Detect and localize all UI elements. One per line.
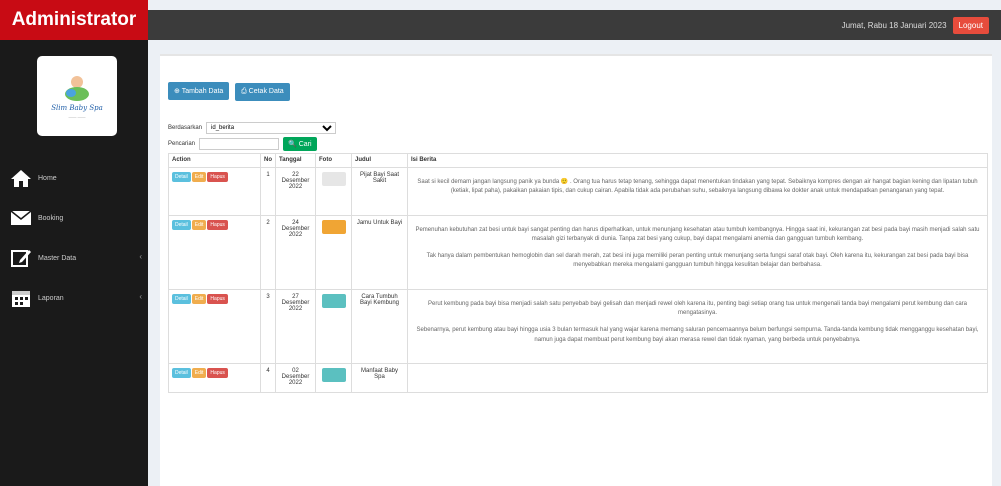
row-number: 1 <box>260 167 276 216</box>
row-title: Jamu Untuk Bayi <box>351 214 408 290</box>
edit-button[interactable]: Edit <box>191 293 207 304</box>
welcome-text: Jumat, Rabu 18 Januari 2023 <box>841 20 947 30</box>
column-header: Isi Berita <box>407 153 988 168</box>
sidebar: Slim Baby Spa —— —— Home Booking Master … <box>0 40 148 486</box>
row-content: Perut kembung pada bayi bisa menjadi sal… <box>427 300 968 317</box>
edit-button[interactable]: Edit <box>191 219 207 230</box>
sidebar-item-laporan[interactable]: Laporan ‹ <box>0 278 148 318</box>
delete-button[interactable]: Hapus <box>207 367 228 378</box>
table-row: Detail Edit Hapus 3 27 Desember 2022 Cara … <box>168 288 988 364</box>
detail-button[interactable]: Detail <box>172 219 191 230</box>
edit-icon <box>11 250 31 267</box>
logo: Slim Baby Spa —— —— <box>37 56 117 136</box>
sidebar-item-label: Booking <box>38 214 64 222</box>
row-date: 22 Desember 2022 <box>275 167 316 216</box>
row-date: 27 Desember 2022 <box>275 288 316 364</box>
detail-button[interactable]: Detail <box>172 293 191 304</box>
filter-label: Berdasarkan <box>168 125 203 131</box>
row-title: Pijat Bayi Saat Sakit <box>351 167 408 216</box>
search-input[interactable] <box>199 138 280 150</box>
sidebar-item-booking[interactable]: Booking <box>0 198 148 238</box>
photo-thumbnail <box>321 367 346 382</box>
baby-logo-icon <box>65 75 89 101</box>
column-header: Action <box>168 153 261 168</box>
table-row: Detail Edit Hapus 2 24 Desember 2022 Jamu … <box>168 214 988 290</box>
logo-subtitle: —— —— <box>68 113 86 119</box>
table-row: Detail Edit Hapus 4 02 Desember 2022 Manfa… <box>168 362 988 393</box>
table-header-row: Action No Tanggal Foto Judul Isi Berita <box>168 153 988 168</box>
sidebar-item-home[interactable]: Home <box>0 158 148 198</box>
row-title: Cara Tumbuh Bayi Kembung <box>351 288 408 364</box>
search-button[interactable]: 🔍 Cari <box>283 137 317 151</box>
column-header: Foto <box>315 153 352 168</box>
table-row: Detail Edit Hapus 1 22 Desember 2022 Pijat… <box>168 167 988 216</box>
print-data-button[interactable]: ⎙ Cetak Data <box>235 83 290 101</box>
sidebar-item-master-data[interactable]: Master Data ‹ <box>0 238 148 278</box>
sidebar-item-label: Home <box>38 174 57 182</box>
row-number: 2 <box>260 214 276 290</box>
row-number: 4 <box>260 362 276 393</box>
home-icon <box>11 170 31 187</box>
main-panel: ⊕ Tambah Data ⎙ Cetak Data Berdasarkan i… <box>160 54 992 486</box>
delete-button[interactable]: Hapus <box>207 219 228 230</box>
calendar-icon <box>12 291 30 307</box>
photo-thumbnail <box>321 293 346 308</box>
row-content: Sebenarnya, perut kembung atau bayi hing… <box>416 327 979 343</box>
app-window: { "brand": "Administrator", "header": { … <box>0 0 1001 486</box>
detail-button[interactable]: Detail <box>172 367 191 378</box>
chevron-left-icon: ‹ <box>139 252 142 261</box>
search-row: Pencarian 🔍 Cari <box>168 137 317 151</box>
add-data-button[interactable]: ⊕ Tambah Data <box>168 82 230 100</box>
column-header: Judul <box>351 153 408 168</box>
toolbar: ⊕ Tambah Data ⎙ Cetak Data <box>168 82 293 101</box>
brand-title: Administrator <box>0 0 148 40</box>
row-title: Manfaat Baby Spa <box>351 362 408 393</box>
sidebar-item-label: Master Data <box>38 254 77 262</box>
filter-select[interactable]: id_berita <box>206 122 337 134</box>
column-header: No <box>260 153 276 168</box>
envelope-icon <box>10 210 32 225</box>
column-header: Tanggal <box>275 153 316 168</box>
filter-row: Berdasarkan id_berita <box>168 122 337 134</box>
detail-button[interactable]: Detail <box>172 172 191 182</box>
edit-button[interactable]: Edit <box>191 172 207 182</box>
search-label: Pencarian <box>168 141 196 147</box>
photo-thumbnail <box>321 172 346 186</box>
top-navbar: Jumat, Rabu 18 Januari 2023 Logout <box>148 10 1001 40</box>
edit-button[interactable]: Edit <box>191 367 207 378</box>
logout-button[interactable]: Logout <box>952 16 989 34</box>
delete-button[interactable]: Hapus <box>207 293 228 304</box>
news-table: Action No Tanggal Foto Judul Isi Berita … <box>168 153 988 393</box>
row-content: Pemenuhan kebutuhan zat besi untuk bayi … <box>415 226 980 242</box>
sidebar-nav: Home Booking Master Data ‹ Laporan ‹ <box>0 158 148 318</box>
photo-thumbnail <box>321 219 346 234</box>
chevron-left-icon: ‹ <box>139 292 142 301</box>
row-content: Tak hanya dalam pembentukan hemoglobin d… <box>426 253 969 269</box>
row-content: Saat si kecil demam jangan langsung pani… <box>417 179 978 195</box>
row-number: 3 <box>260 288 276 364</box>
row-date: 24 Desember 2022 <box>275 214 316 290</box>
delete-button[interactable]: Hapus <box>207 172 228 182</box>
sidebar-item-label: Laporan <box>38 294 64 302</box>
logo-title: Slim Baby Spa <box>51 103 103 112</box>
row-date: 02 Desember 2022 <box>275 362 316 393</box>
